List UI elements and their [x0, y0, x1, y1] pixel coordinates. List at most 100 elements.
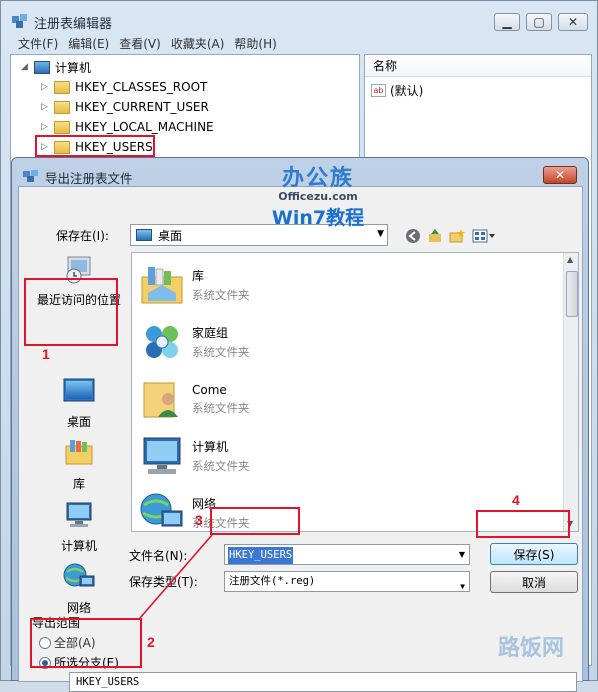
- place-label: 计算机: [60, 539, 97, 553]
- place-library[interactable]: 库: [29, 438, 129, 492]
- step-label-3: 3: [195, 512, 203, 528]
- step-label-2: 2: [147, 634, 155, 650]
- watermark-text: Win7教程: [271, 207, 365, 229]
- watermark-text: 办公族: [281, 166, 354, 191]
- expand-arrow-icon[interactable]: ▷: [41, 102, 51, 112]
- expand-arrow-icon[interactable]: ▷: [41, 122, 51, 132]
- vertical-scrollbar[interactable]: ▲ ▼: [563, 253, 578, 531]
- computer-icon: [34, 60, 50, 74]
- watermark-logo: 办公族 Officezu.com Win7教程: [258, 160, 378, 230]
- menu-edit[interactable]: 编辑(E): [68, 34, 109, 54]
- save-in-label: 保存在(I):: [56, 229, 109, 243]
- menu-help[interactable]: 帮助(H): [234, 34, 276, 54]
- file-name: 计算机: [192, 440, 229, 454]
- user-folder-icon: [143, 382, 178, 418]
- file-item-homegroup[interactable]: 家庭组 系统文件夹: [138, 316, 250, 368]
- filename-input[interactable]: HKEY_USERS ▼: [224, 544, 470, 565]
- folder-icon: [54, 80, 70, 94]
- title-bar[interactable]: 注册表编辑器 ▁ ▢ ✕: [1, 1, 598, 37]
- chevron-down-icon[interactable]: ▼: [377, 229, 384, 239]
- highlight-box-save: [476, 510, 570, 538]
- close-button[interactable]: ✕: [558, 13, 588, 31]
- new-folder-icon[interactable]: [448, 227, 466, 245]
- library-icon: [65, 440, 93, 465]
- file-type: 系统文件夹: [192, 288, 250, 302]
- computer-icon: [66, 502, 92, 527]
- file-item-library[interactable]: 库 系统文件夹: [138, 259, 250, 311]
- tree-item-label: HKEY_LOCAL_MACHINE: [75, 120, 214, 134]
- step-label-1: 1: [42, 346, 50, 362]
- regedit-icon: [23, 170, 38, 182]
- chevron-down-icon[interactable]: ▼: [460, 577, 465, 596]
- menu-file[interactable]: 文件(F): [18, 34, 58, 54]
- filename-label: 文件名(N):: [129, 549, 188, 563]
- expand-arrow-icon[interactable]: ▷: [41, 82, 51, 92]
- chevron-down-icon[interactable]: ▼: [459, 550, 465, 559]
- file-type: 系统文件夹: [192, 345, 250, 359]
- tree-item-label: 计算机: [55, 60, 92, 75]
- menu-favorites[interactable]: 收藏夹(A): [171, 34, 225, 54]
- export-registry-dialog: 导出注册表文件 ✕ 保存在(I): 桌面 ▼ 最近访问的位置 桌面 库 计算机 …: [11, 157, 589, 692]
- highlight-box-filename: [210, 507, 300, 535]
- tree-item-computer[interactable]: ◢ 计算机: [21, 57, 91, 77]
- save-in-value: 桌面: [158, 228, 183, 243]
- collapse-arrow-icon[interactable]: ◢: [21, 62, 31, 72]
- dialog-close-button[interactable]: ✕: [543, 166, 577, 184]
- folder-icon: [54, 120, 70, 134]
- computer-icon: [143, 437, 181, 474]
- watermark-text: Officezu.com: [278, 190, 358, 203]
- value-name: (默认): [390, 84, 424, 98]
- minimize-button[interactable]: ▁: [494, 13, 520, 31]
- desktop-icon: [63, 378, 95, 402]
- place-desktop[interactable]: 桌面: [29, 376, 129, 430]
- tree-item-label: HKEY_CURRENT_USER: [75, 100, 209, 114]
- dialog-title: 导出注册表文件: [45, 171, 133, 186]
- dialog-body: 保存在(I): 桌面 ▼ 最近访问的位置 桌面 库 计算机 网络 库 系统文件夹…: [18, 186, 583, 692]
- highlight-box-desktop: [24, 278, 118, 346]
- filename-value: HKEY_USERS: [228, 547, 294, 564]
- file-name: Come: [192, 382, 227, 397]
- string-value-icon: ab: [371, 84, 386, 97]
- library-icon: [141, 267, 183, 304]
- place-label: 桌面: [66, 415, 91, 429]
- homegroup-icon: [146, 326, 178, 358]
- place-computer[interactable]: 计算机: [29, 500, 129, 554]
- folder-icon: [54, 100, 70, 114]
- tree-item-classes-root[interactable]: ▷ HKEY_CLASSES_ROOT: [41, 77, 207, 97]
- cancel-button[interactable]: 取消: [490, 571, 578, 593]
- file-type: 系统文件夹: [192, 459, 250, 473]
- step-label-4: 4: [512, 492, 520, 508]
- back-icon[interactable]: [404, 227, 422, 245]
- file-name: 库: [192, 269, 205, 283]
- value-row-default[interactable]: ab (默认): [371, 82, 423, 99]
- file-type: 系统文件夹: [192, 400, 250, 415]
- menu-bar: 文件(F) 编辑(E) 查看(V) 收藏夹(A) 帮助(H): [9, 34, 591, 54]
- column-header-name[interactable]: 名称: [365, 55, 591, 77]
- selected-branch-input[interactable]: HKEY_USERS: [69, 672, 577, 692]
- file-item-user[interactable]: Come 系统文件夹: [138, 373, 250, 425]
- network-icon: [63, 563, 95, 587]
- network-icon: [140, 493, 183, 527]
- menu-view[interactable]: 查看(V): [119, 34, 161, 54]
- highlight-box-branch: [30, 618, 142, 668]
- maximize-button[interactable]: ▢: [526, 13, 552, 31]
- scroll-up-icon[interactable]: ▲: [567, 255, 573, 264]
- scrollbar-thumb[interactable]: [566, 271, 578, 317]
- save-button[interactable]: 保存(S): [490, 543, 578, 565]
- file-name: 家庭组: [192, 326, 229, 340]
- view-menu-icon[interactable]: [471, 227, 497, 245]
- watermark-corner: 路饭网: [498, 636, 565, 661]
- place-label: 库: [72, 477, 85, 491]
- highlight-box-users: [35, 135, 155, 157]
- up-folder-icon[interactable]: [426, 227, 444, 245]
- file-item-computer[interactable]: 计算机 系统文件夹: [138, 430, 250, 482]
- filetype-select[interactable]: 注册文件(*.reg) ▼: [224, 571, 470, 592]
- tree-item-current-user[interactable]: ▷ HKEY_CURRENT_USER: [41, 97, 209, 117]
- tree-item-label: HKEY_CLASSES_ROOT: [75, 80, 208, 94]
- filetype-label: 保存类型(T):: [129, 575, 198, 589]
- desktop-icon: [136, 229, 152, 241]
- tree-item-local-machine[interactable]: ▷ HKEY_LOCAL_MACHINE: [41, 117, 214, 137]
- file-list[interactable]: 库 系统文件夹 家庭组 系统文件夹 Come 系统文件夹 计算机 系统文件夹 网…: [131, 252, 579, 532]
- window-title: 注册表编辑器: [34, 17, 113, 32]
- filetype-value: 注册文件(*.reg): [229, 575, 316, 587]
